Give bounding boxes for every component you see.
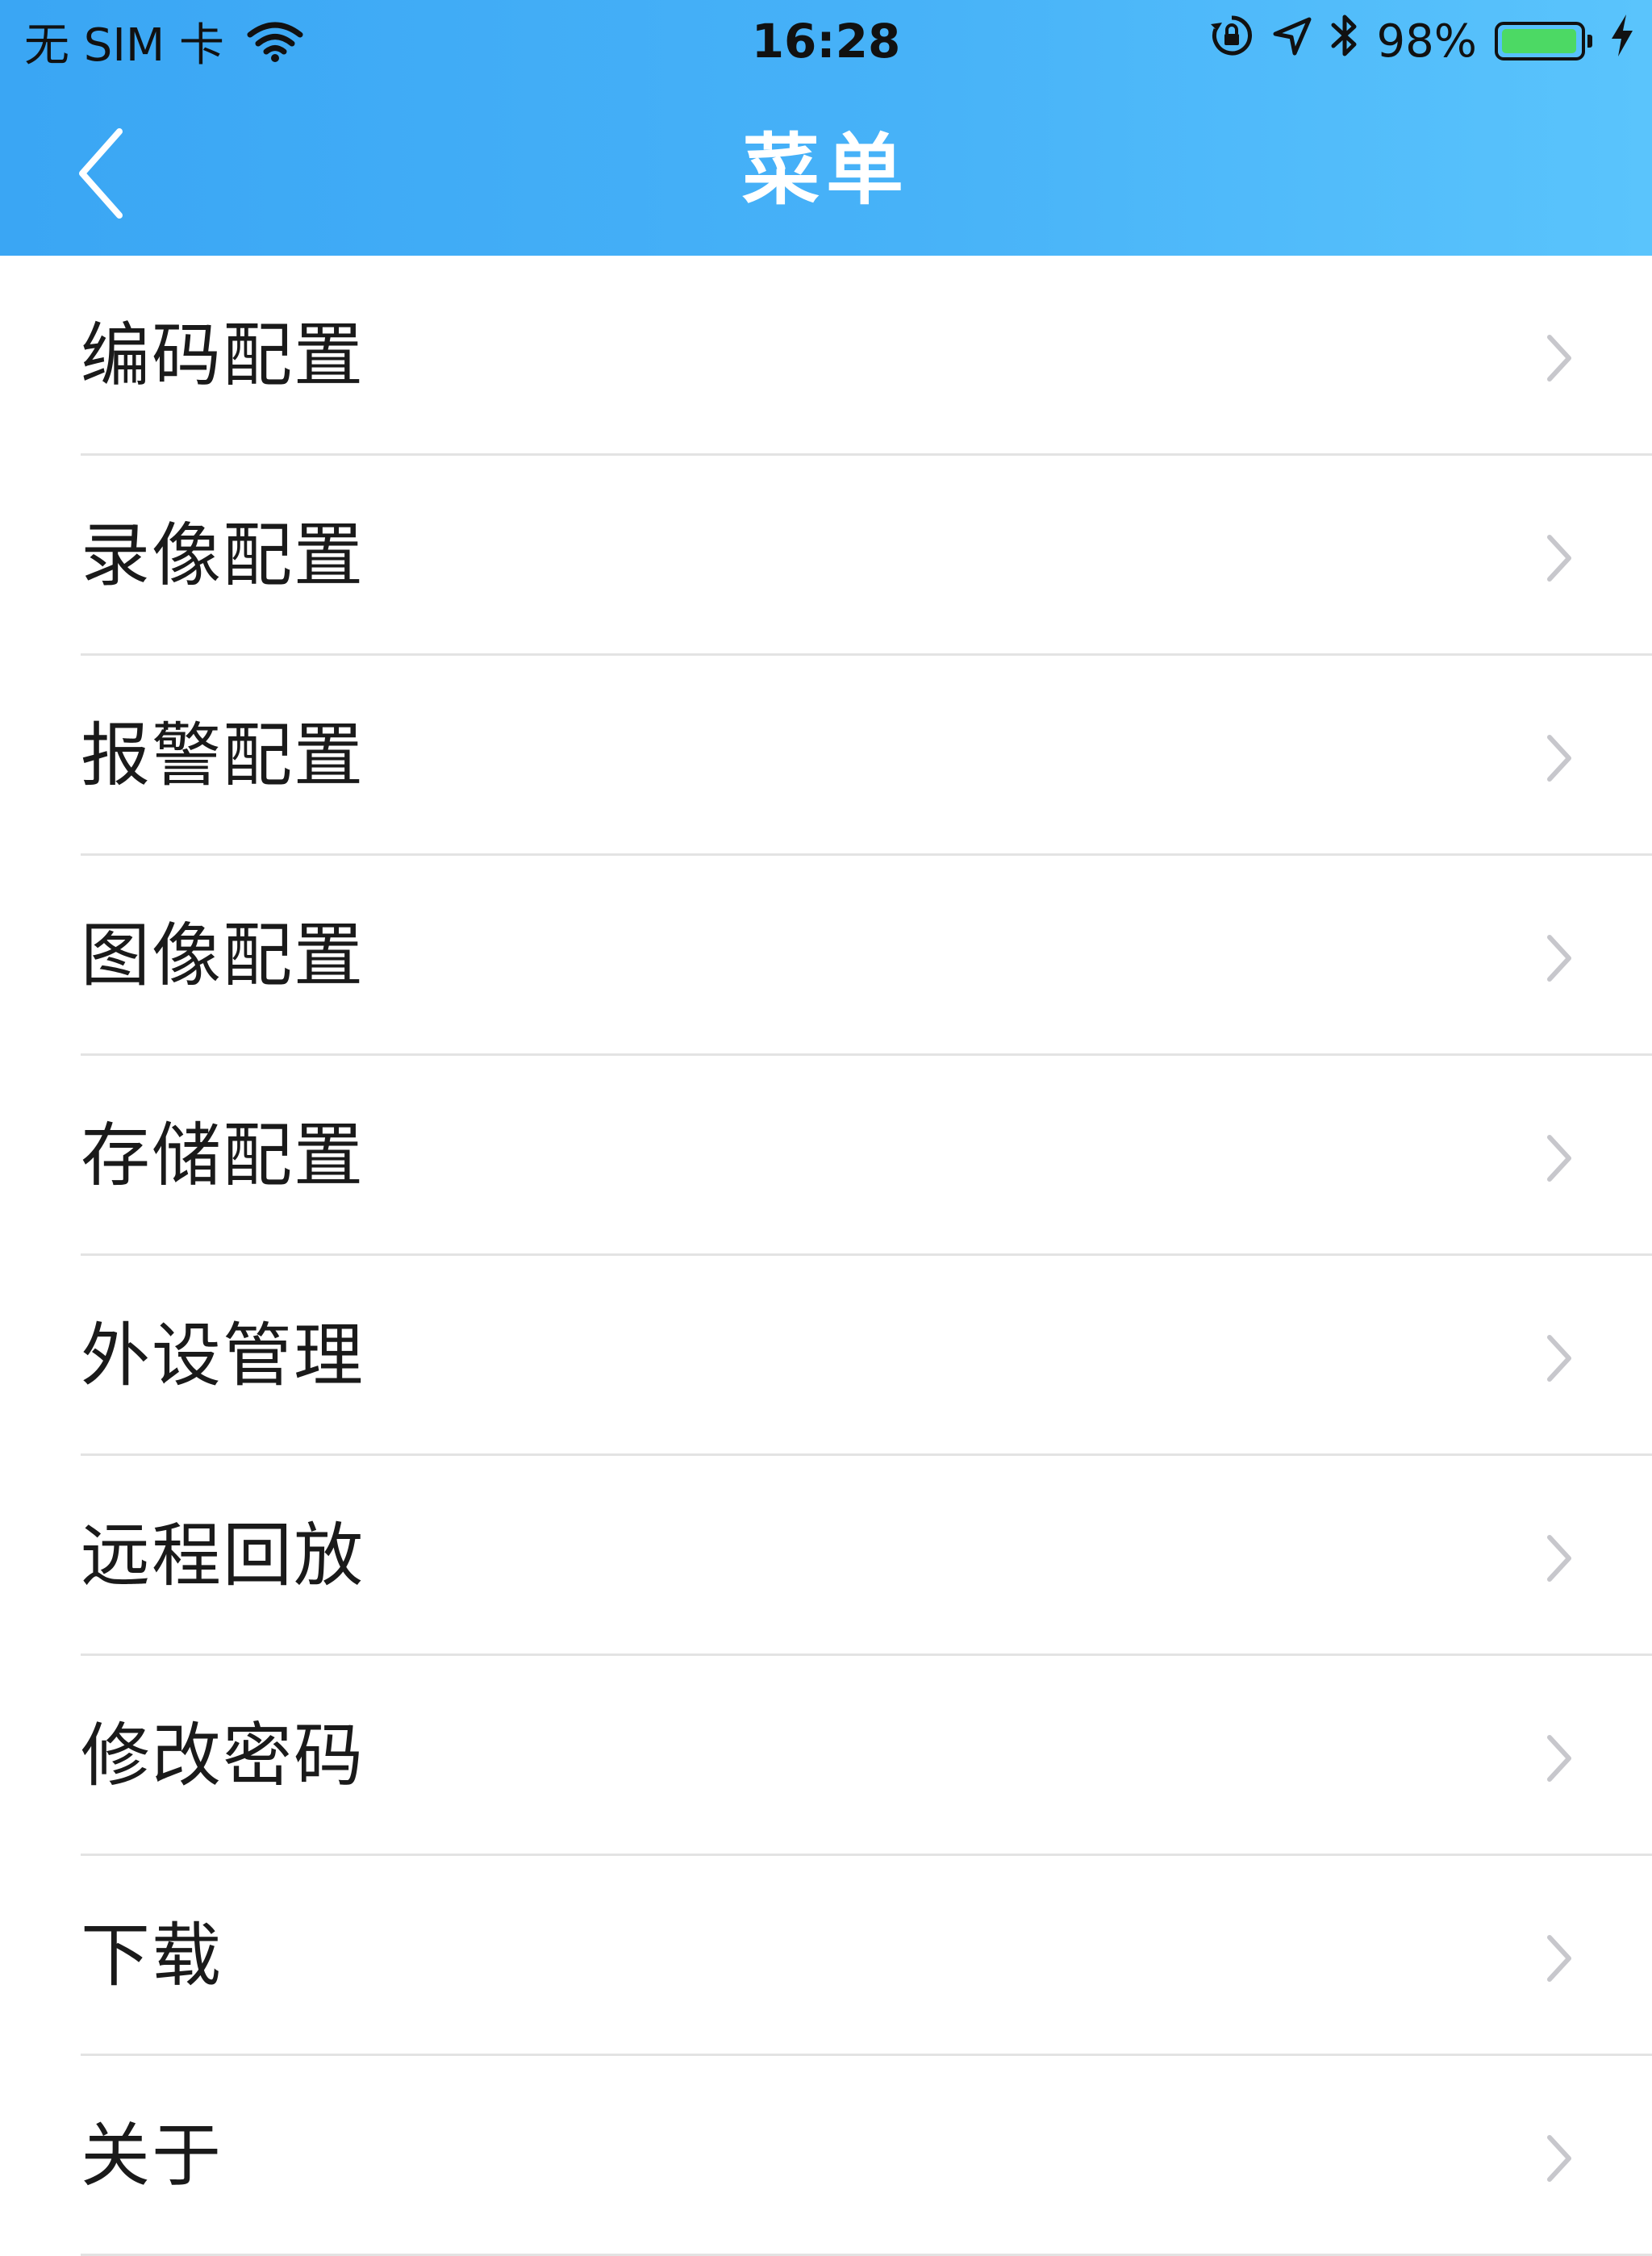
menu-item-8[interactable]: 修改密码 [0,1656,1652,1856]
menu-item-label: 录像配置 [81,515,365,596]
header-bar: 无 SIM 卡 16:28 98% 菜单 [0,0,1652,256]
menu-item-3[interactable]: 报警配置 [0,656,1652,856]
chevron-right-icon [1547,1935,1571,1982]
chevron-right-icon [1547,335,1571,382]
battery-percent: 98% [1376,15,1477,68]
menu-item-2[interactable]: 录像配置 [0,456,1652,656]
menu-item-label: 存储配置 [81,1115,365,1196]
menu-item-label: 图像配置 [81,915,365,996]
status-bar: 无 SIM 卡 16:28 98% [0,0,1652,85]
page-title: 菜单 [742,125,910,215]
battery-nub [1587,35,1592,48]
menu-item-1[interactable]: 编码配置 [0,256,1652,456]
menu-item-label: 编码配置 [81,315,365,396]
chevron-right-icon [1547,2135,1571,2182]
menu-item-5[interactable]: 存储配置 [0,1056,1652,1256]
menu-item-9[interactable]: 下载 [0,1856,1652,2056]
menu-item-10[interactable]: 关于 [0,2056,1652,2256]
location-arrow-icon [1272,15,1312,68]
menu-item-label: 关于 [81,2116,223,2196]
menu-item-4[interactable]: 图像配置 [0,856,1652,1056]
menu-item-label: 报警配置 [81,715,365,796]
rotation-lock-icon [1209,13,1254,69]
bluetooth-icon [1330,12,1359,70]
chevron-right-icon [1547,535,1571,582]
menu-item-7[interactable]: 远程回放 [0,1456,1652,1656]
chevron-right-icon [1547,735,1571,782]
menu-item-label: 外设管理 [81,1316,365,1396]
menu-item-label: 修改密码 [81,1716,365,1796]
battery-icon [1495,22,1592,60]
charging-bolt-icon [1610,13,1634,69]
status-right: 98% [1191,13,1634,69]
chevron-right-icon [1547,1335,1571,1382]
chevron-right-icon [1547,1535,1571,1582]
chevron-right-icon [1547,935,1571,982]
battery-fill [1502,29,1577,53]
chevron-right-icon [1547,1735,1571,1782]
battery-shell [1495,22,1585,60]
menu-item-6[interactable]: 外设管理 [0,1256,1652,1456]
menu-list: 编码配置 录像配置 报警配置 图像配置 存储配置 外设管理 远程回放 修改密码 … [0,256,1652,2256]
menu-item-label: 远程回放 [81,1516,365,1596]
navigation-bar: 菜单 [0,85,1652,256]
menu-item-label: 下载 [81,1916,223,1996]
chevron-right-icon [1547,1135,1571,1182]
